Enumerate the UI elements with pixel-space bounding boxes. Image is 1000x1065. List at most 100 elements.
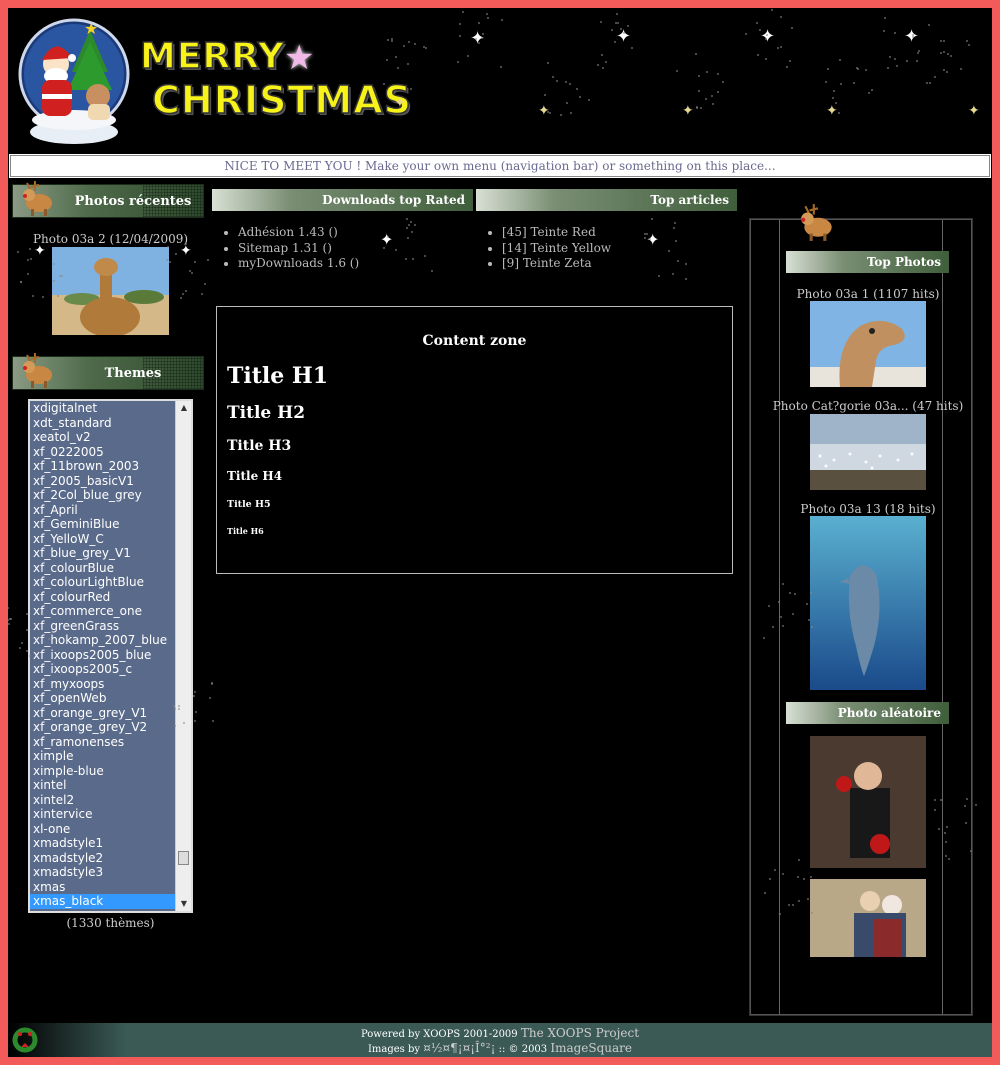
snow-fleck xyxy=(192,695,195,698)
snow-fleck xyxy=(788,903,791,906)
xoops-project-link[interactable]: The XOOPS Project xyxy=(521,1026,639,1040)
list-item[interactable]: [14] Teinte Yellow xyxy=(502,241,737,257)
snow-fleck xyxy=(193,261,196,264)
images-author-link[interactable]: ¤½¤¶¡¤¡Î°²¡ xyxy=(423,1041,495,1055)
theme-option[interactable]: xeatol_v2 xyxy=(30,430,191,445)
reindeer-icon xyxy=(23,181,52,216)
snow-fleck xyxy=(410,221,413,224)
scroll-down-arrow-icon[interactable]: ▼ xyxy=(176,897,191,911)
snow-fleck xyxy=(459,34,462,37)
top-photo-camel[interactable] xyxy=(810,301,926,387)
theme-option[interactable]: xf_hokamp_2007_blue xyxy=(30,633,191,648)
theme-option[interactable]: xf_myxoops xyxy=(30,677,191,692)
top-photo-dolphin[interactable] xyxy=(810,516,926,690)
snow-fleck xyxy=(695,52,697,55)
theme-option[interactable]: xmadstyle1 xyxy=(30,836,191,851)
snow-fleck xyxy=(764,37,767,40)
theme-option[interactable]: ximple xyxy=(30,749,191,764)
list-item[interactable]: [9] Teinte Zeta xyxy=(502,256,737,272)
theme-option[interactable]: xf_orange_grey_V1 xyxy=(30,706,191,721)
theme-option[interactable]: xintel2 xyxy=(30,793,191,808)
top-photo-caption[interactable]: Photo 03a 1 (1107 hits) xyxy=(768,287,968,301)
theme-option[interactable]: xmadstyle2 xyxy=(30,851,191,866)
random-photo-boxer[interactable] xyxy=(810,736,926,868)
snow-fleck xyxy=(864,68,867,71)
pink-star-icon: ★ xyxy=(284,38,315,78)
theme-option[interactable]: xf_ramonenses xyxy=(30,735,191,750)
navigation-bar[interactable]: NICE TO MEET YOU ! Make your own menu (n… xyxy=(9,154,991,178)
downloads-top-rated-title: Downloads top Rated xyxy=(212,189,473,211)
random-photo-elders[interactable] xyxy=(810,879,926,957)
theme-option[interactable]: xf_ixoops2005_c xyxy=(30,662,191,677)
themes-scrollbar[interactable]: ▲ ▼ xyxy=(175,401,191,911)
theme-option[interactable]: xf_blue_grey_V1 xyxy=(30,546,191,561)
snow-fleck xyxy=(852,81,855,84)
snow-globe-santa-logo[interactable]: ★ xyxy=(18,12,130,144)
snow-fleck xyxy=(549,111,551,114)
theme-option[interactable]: xf_2005_basicV1 xyxy=(30,474,191,489)
snow-fleck xyxy=(970,850,973,853)
theme-option[interactable]: xf_11brown_2003 xyxy=(30,459,191,474)
theme-option[interactable]: xf_greenGrass xyxy=(30,619,191,634)
list-item[interactable]: [45] Teinte Red xyxy=(502,225,737,241)
top-articles-list: [45] Teinte Red [14] Teinte Yellow [9] T… xyxy=(476,225,737,272)
theme-option[interactable]: xf_commerce_one xyxy=(30,604,191,619)
imagesquare-link[interactable]: ImageSquare xyxy=(550,1041,632,1055)
themes-select-list[interactable]: xdigitalnet xdt_standard xeatol_v2 xf_02220… xyxy=(28,399,193,913)
recent-photo-camel[interactable] xyxy=(52,247,169,335)
top-photo-caption[interactable]: Photo Cat?gorie 03a... (47 hits) xyxy=(768,399,968,413)
snow-fleck xyxy=(422,46,425,49)
snow-fleck xyxy=(610,29,613,31)
theme-option[interactable]: xdigitalnet xyxy=(30,401,191,416)
snow-fleck xyxy=(626,24,629,27)
snow-fleck xyxy=(26,649,29,652)
theme-option[interactable]: xf_colourLightBlue xyxy=(30,575,191,590)
snow-fleck xyxy=(945,854,948,857)
theme-option[interactable]: xf_openWeb xyxy=(30,691,191,706)
snow-fleck xyxy=(785,66,788,69)
snow-fleck xyxy=(870,88,873,91)
theme-option[interactable]: xf_GeminiBlue xyxy=(30,517,191,532)
snow-fleck xyxy=(404,258,407,261)
snow-fleck xyxy=(29,247,32,250)
theme-option[interactable]: xintel xyxy=(30,778,191,793)
theme-option[interactable]: xdt_standard xyxy=(30,416,191,431)
snow-fleck xyxy=(194,720,197,723)
theme-option[interactable]: xl-one xyxy=(30,822,191,837)
theme-option[interactable]: xf_2Col_blue_grey xyxy=(30,488,191,503)
scroll-up-arrow-icon[interactable]: ▲ xyxy=(176,401,191,415)
list-item[interactable]: Sitemap 1.31 () xyxy=(238,241,473,257)
theme-option[interactable]: xmas_black xyxy=(30,894,191,909)
theme-option[interactable]: xf_orange_grey_V2 xyxy=(30,720,191,735)
theme-option[interactable]: xintervice xyxy=(30,807,191,822)
snow-fleck xyxy=(406,62,409,65)
theme-option[interactable]: ximple-blue xyxy=(30,764,191,779)
snow-fleck xyxy=(947,857,950,860)
reindeer-icon xyxy=(801,204,832,241)
theme-option[interactable]: xf_0222005 xyxy=(30,445,191,460)
theme-option[interactable]: xf_YelloW_C xyxy=(30,532,191,547)
themes-count: (1330 thèmes) xyxy=(66,916,155,930)
theme-option[interactable]: xmas xyxy=(30,880,191,895)
theme-option[interactable]: xmadstyle3 xyxy=(30,865,191,880)
list-item[interactable]: myDownloads 1.6 () xyxy=(238,256,473,272)
snow-fleck xyxy=(407,223,410,226)
block-title-label: Photos récentes xyxy=(74,194,192,209)
snow-fleck xyxy=(165,259,168,262)
logo-line-christmas: CHRISTMAS xyxy=(151,77,412,123)
scroll-thumb[interactable] xyxy=(178,851,189,865)
snow-fleck xyxy=(193,691,196,694)
theme-option[interactable]: xf_colourRed xyxy=(30,590,191,605)
snow-fleck xyxy=(672,226,675,229)
snow-fleck xyxy=(833,89,835,92)
snow-fleck xyxy=(209,697,212,700)
downloads-list: Adhésion 1.43 () Sitemap 1.31 () myDownl… xyxy=(212,225,473,272)
header-banner: ★ MERRY ★ CHRISTMAS ✦ ✦ ✦ ✦ ✦ ✦ ✦ ✦ ✦ xyxy=(8,8,992,156)
theme-option[interactable]: xf_colourBlue xyxy=(30,561,191,576)
top-photo-birds[interactable] xyxy=(810,414,926,490)
top-photo-caption[interactable]: Photo 03a 13 (18 hits) xyxy=(768,502,968,516)
snow-fleck xyxy=(604,61,607,64)
theme-option[interactable]: xf_ixoops2005_blue xyxy=(30,648,191,663)
list-item[interactable]: Adhésion 1.43 () xyxy=(238,225,473,241)
theme-option[interactable]: xf_April xyxy=(30,503,191,518)
